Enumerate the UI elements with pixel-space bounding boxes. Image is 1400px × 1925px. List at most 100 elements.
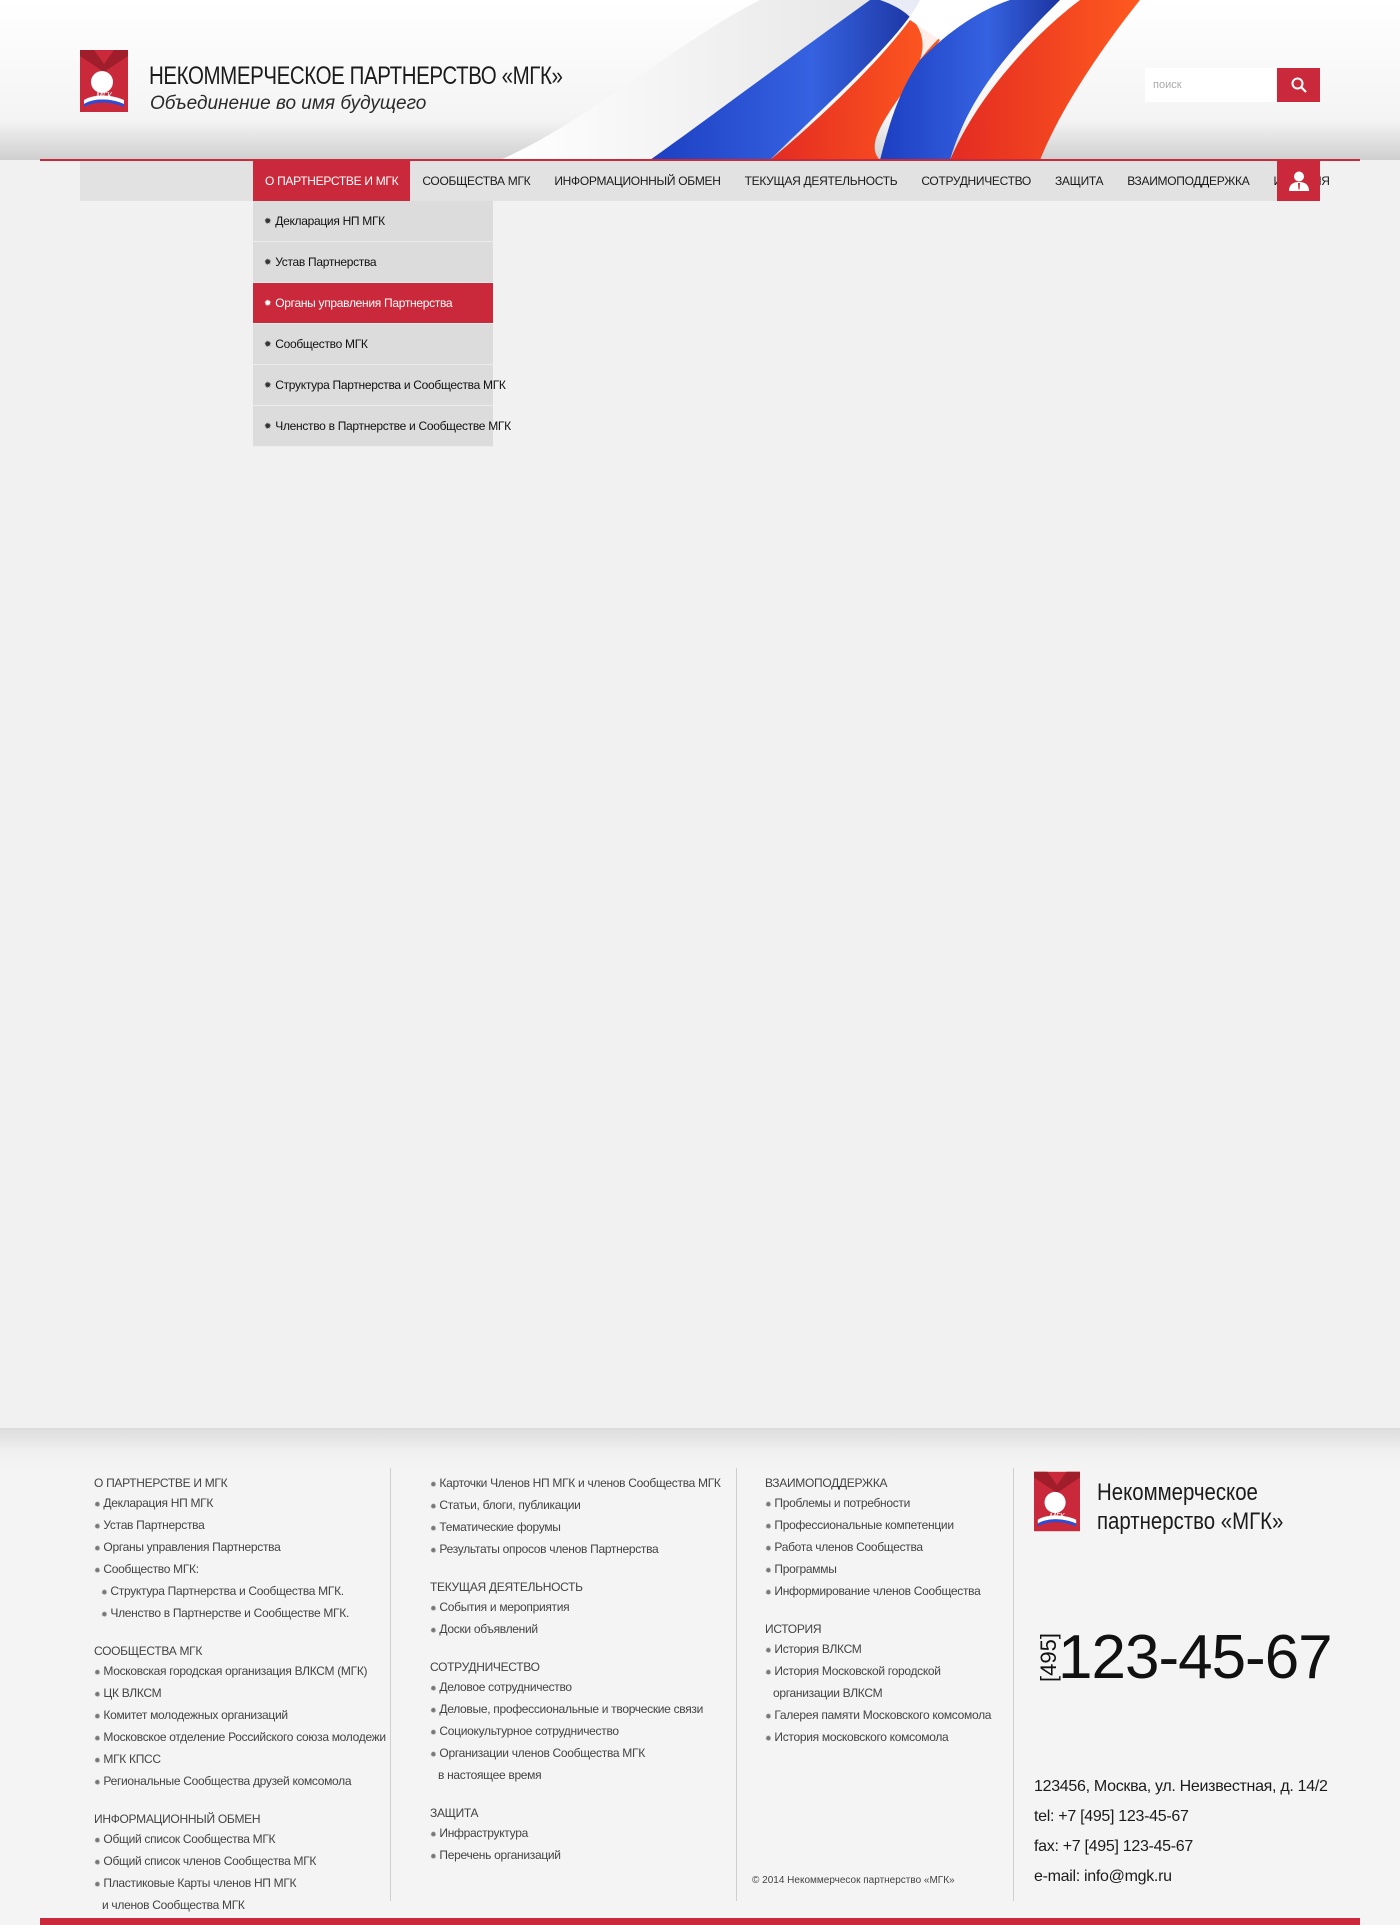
phone-number[interactable]: 123-45-67	[1058, 1622, 1333, 1693]
footer-link[interactable]: Проблемы и потребности	[765, 1493, 991, 1515]
footer-group-heading[interactable]: ИСТОРИЯ	[765, 1619, 991, 1639]
footer-brand-line-1: Некоммерческое	[1097, 1479, 1258, 1506]
footer-link[interactable]: Галерея памяти Московского комсомола	[765, 1705, 991, 1727]
footer-link[interactable]: Структура Партнерства и Сообщества МГК.	[94, 1581, 386, 1603]
user-account-button[interactable]	[1277, 161, 1320, 201]
footer-link[interactable]: Общий список членов Сообщества МГК	[94, 1851, 386, 1873]
footer-group-heading[interactable]: О ПАРТНЕРСТВЕ И МГК	[94, 1473, 386, 1493]
dropdown-item-governance[interactable]: ✹ Органы управления Партнерства	[253, 283, 493, 324]
nav-item-info-exchange[interactable]: ИНФОРМАЦИОННЫЙ ОБМЕН	[542, 161, 732, 201]
footer-link[interactable]: Социокультурное сотрудничество	[430, 1721, 721, 1743]
dropdown-item-label: Устав Партнерства	[275, 255, 377, 269]
footer-link[interactable]: История Московской городской	[765, 1661, 991, 1683]
footer-link[interactable]: Организации членов Сообщества МГК	[430, 1743, 721, 1765]
search-button[interactable]	[1277, 68, 1320, 102]
footer-link-group: ВЗАИМОПОДДЕРЖКАПроблемы и потребностиПро…	[765, 1473, 991, 1603]
footer-link[interactable]: Сообщество МГК:	[94, 1559, 386, 1581]
footer-link[interactable]: Работа членов Сообщества	[765, 1537, 991, 1559]
bullet-star-icon: ✹	[264, 256, 272, 267]
logo-mark-text: МГК	[96, 91, 113, 100]
footer-link[interactable]: Карточки Членов НП МГК и членов Сообщест…	[430, 1473, 721, 1495]
footer-link-group: ТЕКУЩАЯ ДЕЯТЕЛЬНОСТЬСобытия и мероприяти…	[430, 1577, 721, 1641]
footer-link[interactable]: Деловое сотрудничество	[430, 1677, 721, 1699]
footer-link[interactable]: и членов Сообщества МГК	[94, 1895, 386, 1917]
footer-link[interactable]: Членство в Партнерстве и Сообществе МГК.	[94, 1603, 386, 1625]
footer-link[interactable]: События и мероприятия	[430, 1597, 721, 1619]
footer-link[interactable]: Профессиональные компетенции	[765, 1515, 991, 1537]
copyright-text: © 2014 Некоммерчесок партнерство «МГК»	[752, 1875, 955, 1886]
footer-link[interactable]: Декларация НП МГК	[94, 1493, 386, 1515]
contact-address: 123456, Москва, ул. Неизвестная, д. 14/2	[1034, 1778, 1328, 1795]
footer-link[interactable]: МГК КПСС	[94, 1749, 386, 1771]
bullet-star-icon: ✹	[264, 215, 272, 226]
nav-item-communities[interactable]: СООБЩЕСТВА МГК	[410, 161, 542, 201]
footer-link[interactable]: Тематические форумы	[430, 1517, 721, 1539]
footer-link[interactable]: Программы	[765, 1559, 991, 1581]
footer-group-heading[interactable]: ВЗАИМОПОДДЕРЖКА	[765, 1473, 991, 1493]
footer-group-heading[interactable]: ТЕКУЩАЯ ДЕЯТЕЛЬНОСТЬ	[430, 1577, 721, 1597]
dropdown-item-label: Структура Партнерства и Сообщества МГК	[275, 378, 506, 392]
search-input[interactable]	[1145, 68, 1276, 102]
footer-link[interactable]: Региональные Сообщества друзей комсомола	[94, 1771, 386, 1793]
footer-link[interactable]: организации ВЛКСМ	[765, 1683, 991, 1705]
footer-divider	[390, 1468, 391, 1901]
bullet-star-icon: ✹	[264, 420, 272, 431]
nav-item-protection[interactable]: ЗАЩИТА	[1043, 161, 1115, 201]
footer-group-heading[interactable]: ИНФОРМАЦИОННЫЙ ОБМЕН	[94, 1809, 386, 1829]
footer-link[interactable]: Комитет молодежных организаций	[94, 1705, 386, 1727]
dropdown-item-membership[interactable]: ✹ Членство в Партнерстве и Сообществе МГК	[253, 406, 511, 447]
footer-brand-line-2: партнерство «МГК»	[1097, 1508, 1284, 1535]
footer-brand-name: Некоммерческое партнерство «МГК»	[1097, 1478, 1283, 1536]
footer-link[interactable]: Статьи, блоги, публикации	[430, 1495, 721, 1517]
footer-link-group: Карточки Членов НП МГК и членов Сообщест…	[430, 1473, 721, 1561]
nav-item-about[interactable]: О ПАРТНЕРСТВЕ И МГК	[253, 161, 411, 201]
nav-item-current-activity[interactable]: ТЕКУЩАЯ ДЕЯТЕЛЬНОСТЬ	[733, 161, 910, 201]
site-tagline: Объединение во имя будущего	[150, 93, 427, 114]
bullet-star-icon: ✹	[264, 297, 272, 308]
user-icon	[1288, 171, 1309, 191]
footer-link[interactable]: Деловые, профессиональные и творческие с…	[430, 1699, 721, 1721]
footer-link[interactable]: Органы управления Партнерства	[94, 1537, 386, 1559]
footer-link[interactable]: Общий список Сообщества МГК	[94, 1829, 386, 1851]
footer-group-heading[interactable]: СОТРУДНИЧЕСТВО	[430, 1657, 721, 1677]
footer-link[interactable]: в настоящее время	[430, 1765, 721, 1787]
nav-item-cooperation[interactable]: СОТРУДНИЧЕСТВО	[909, 161, 1043, 201]
contact-tel[interactable]: tel: +7 [495] 123-45-67	[1034, 1802, 1328, 1832]
dropdown-item-structure[interactable]: ✹ Структура Партнерства и Сообщества МГК	[253, 365, 506, 406]
footer-link[interactable]: ЦК ВЛКСМ	[94, 1683, 386, 1705]
bullet-star-icon: ✹	[264, 379, 272, 390]
footer-link-group: СОТРУДНИЧЕСТВОДеловое сотрудничествоДело…	[430, 1657, 721, 1787]
footer-link[interactable]: Доски объявлений	[430, 1619, 721, 1641]
footer-link[interactable]: История московского комсомола	[765, 1727, 991, 1749]
dropdown-item-declaration[interactable]: ✹ Декларация НП МГК	[253, 201, 493, 242]
footer-link-group: ИНФОРМАЦИОННЫЙ ОБМЕНОбщий список Сообщес…	[94, 1809, 386, 1917]
footer-link[interactable]: Перечень организаций	[430, 1845, 721, 1867]
footer-link-group: ИСТОРИЯИстория ВЛКСМИстория Московской г…	[765, 1619, 991, 1749]
footer-logo-mark-text: МГК	[1049, 1511, 1065, 1520]
contact-email[interactable]: e-mail: info@mgk.ru	[1034, 1862, 1328, 1892]
site-title[interactable]: НЕКОММЕРЧЕСКОЕ ПАРТНЕРСТВО «МГК»	[149, 62, 563, 91]
dropdown-item-community[interactable]: ✹ Сообщество МГК	[253, 324, 493, 365]
footer-link[interactable]: Информирование членов Сообщества	[765, 1581, 991, 1603]
footer-link[interactable]: Московская городская организация ВЛКСМ (…	[94, 1661, 386, 1683]
footer-divider	[736, 1468, 737, 1901]
bullet-star-icon: ✹	[264, 338, 272, 349]
footer-link[interactable]: Инфраструктура	[430, 1823, 721, 1845]
dropdown-item-label: Декларация НП МГК	[275, 214, 385, 228]
footer-link-group: СООБЩЕСТВА МГКМосковская городская орган…	[94, 1641, 386, 1793]
nav-item-mutual-support[interactable]: ВЗАИМОПОДДЕРЖКА	[1115, 161, 1261, 201]
footer-column-1: О ПАРТНЕРСТВЕ И МГКДекларация НП МГКУста…	[94, 1473, 386, 1925]
footer-link[interactable]: История ВЛКСМ	[765, 1639, 991, 1661]
footer-link[interactable]: Устав Партнерства	[94, 1515, 386, 1537]
main-nav: О ПАРТНЕРСТВЕ И МГК СООБЩЕСТВА МГК ИНФОР…	[80, 161, 1330, 201]
footer-group-heading[interactable]: СООБЩЕСТВА МГК	[94, 1641, 386, 1661]
footer-link[interactable]: Пластиковые Карты членов НП МГК	[94, 1873, 386, 1895]
footer-bottom-bar	[40, 1918, 1360, 1925]
footer-mgk-logo-icon: МГК	[1034, 1471, 1080, 1532]
about-dropdown-menu: ✹ Декларация НП МГК ✹ Устав Партнерства ✹ О…	[253, 201, 511, 447]
dropdown-item-charter[interactable]: ✹ Устав Партнерства	[253, 242, 493, 283]
footer-link[interactable]: Результаты опросов членов Партнерства	[430, 1539, 721, 1561]
search-icon	[1291, 77, 1307, 93]
footer-group-heading[interactable]: ЗАЩИТА	[430, 1803, 721, 1823]
footer-link[interactable]: Московское отделение Российского союза м…	[94, 1727, 386, 1749]
